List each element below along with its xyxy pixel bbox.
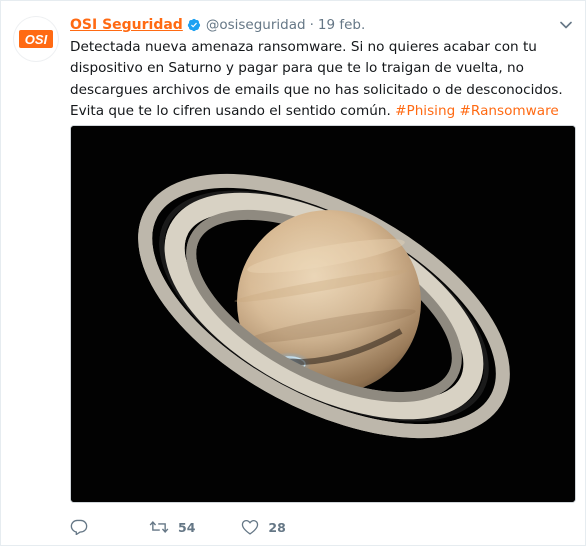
tweet-media[interactable]: [70, 125, 576, 503]
tweet-card[interactable]: OSI OSI Seguridad @osiseguridad · 19 feb…: [0, 0, 586, 546]
reply-button[interactable]: [70, 519, 94, 535]
retweet-count: 54: [178, 519, 196, 535]
chevron-down-icon[interactable]: [558, 18, 574, 32]
tweet-text: Detectada nueva amenaza ransomware. Si n…: [70, 37, 576, 123]
tweet-header: OSI Seguridad @osiseguridad · 19 feb.: [70, 15, 365, 35]
saturn-image: [71, 126, 575, 502]
retweet-button[interactable]: 54: [149, 519, 195, 535]
author-name[interactable]: OSI Seguridad: [70, 17, 183, 33]
like-button[interactable]: 28: [241, 519, 286, 535]
tweet-date[interactable]: 19 feb.: [318, 17, 365, 33]
author-handle[interactable]: @osiseguridad: [206, 17, 306, 33]
hashtag-phising[interactable]: #Phising: [395, 103, 455, 119]
retweet-icon: [149, 520, 169, 534]
like-count: 28: [268, 519, 286, 535]
heart-icon: [242, 519, 259, 535]
avatar[interactable]: OSI: [13, 16, 59, 62]
svg-text:OSI: OSI: [25, 32, 48, 47]
osi-logo-icon: OSI: [19, 30, 53, 48]
tweet-actions: 54 28: [70, 517, 286, 537]
hashtag-ransomware[interactable]: #Ransomware: [460, 103, 559, 119]
header-separator: ·: [309, 17, 314, 33]
reply-icon: [70, 519, 88, 535]
verified-icon: [187, 18, 201, 32]
